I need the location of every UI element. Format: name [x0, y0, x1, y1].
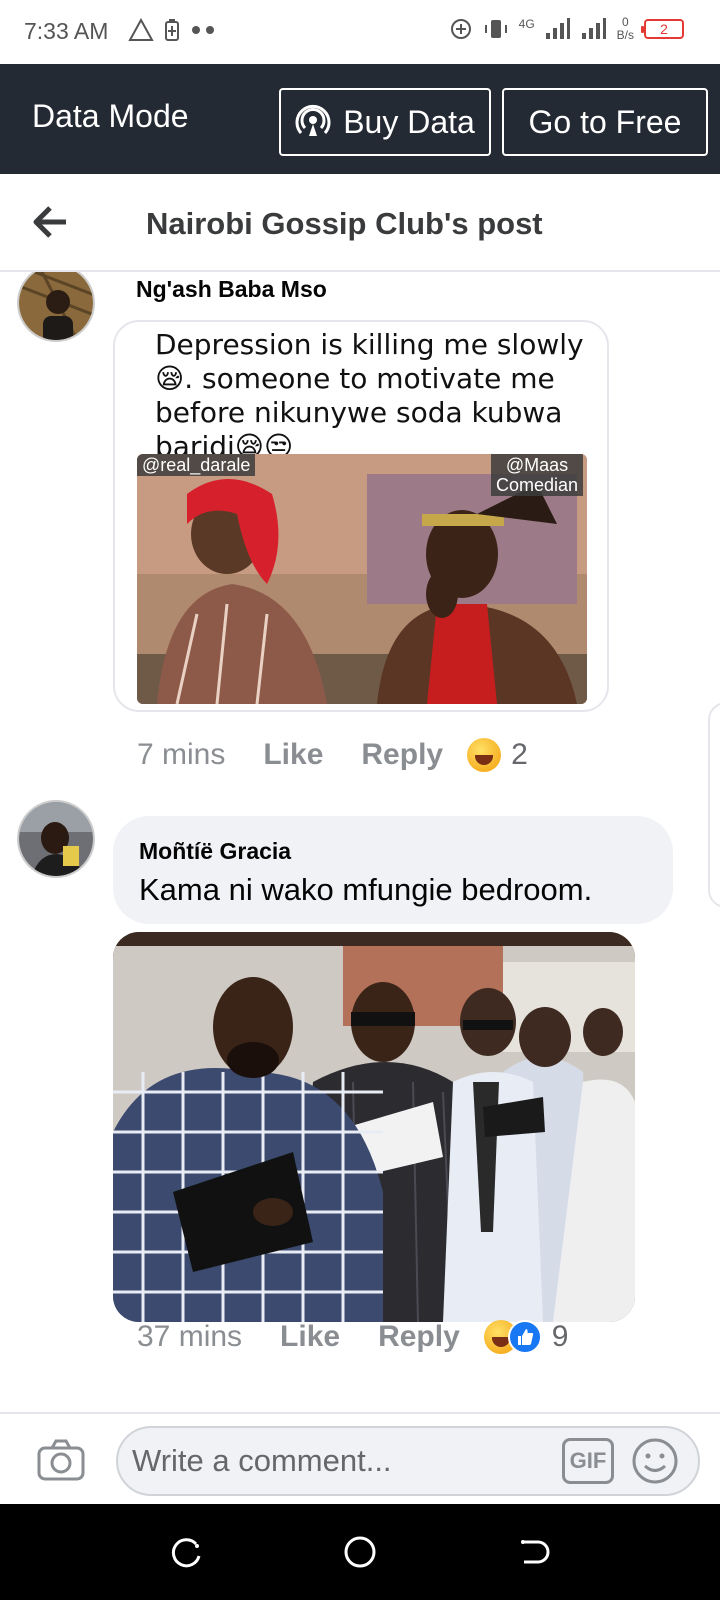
comment-meta: 7 mins Like Reply 2: [137, 738, 528, 772]
comment-composer: GIF: [0, 1412, 720, 1504]
comment-text: Kama ni wako mfungie bedroom.: [139, 872, 593, 907]
buy-data-button[interactable]: Buy Data: [279, 88, 491, 156]
comment-time[interactable]: 7 mins: [137, 738, 225, 772]
avatar[interactable]: [17, 800, 95, 878]
reply-button[interactable]: Reply: [378, 1320, 460, 1354]
back-arrow-icon[interactable]: [30, 204, 70, 240]
recent-apps-icon[interactable]: [168, 1534, 204, 1570]
battery-charging-icon: [165, 19, 179, 41]
data-mode-bar: Data Mode Buy Data Go to Free: [0, 64, 720, 174]
comments-list: Ng'ash Baba Mso Depression is killing me…: [0, 272, 720, 1412]
warning-icon: [128, 18, 154, 41]
vibrate-icon: [484, 20, 507, 38]
reply-button[interactable]: Reply: [361, 738, 443, 772]
buy-data-label: Buy Data: [343, 103, 475, 140]
reaction-count[interactable]: 2: [511, 738, 528, 772]
android-nav-bar: [0, 1504, 720, 1600]
comment-meta: 37 mins Like Reply 9: [137, 1320, 568, 1354]
home-icon[interactable]: [342, 1534, 378, 1570]
comment-photo[interactable]: [113, 932, 635, 1322]
status-left-icons: [128, 18, 216, 42]
like-button[interactable]: Like: [263, 738, 323, 772]
camera-icon[interactable]: [36, 1438, 86, 1482]
comment-author[interactable]: Moñtíë Gracia: [139, 838, 291, 865]
emoji-icon[interactable]: [630, 1436, 680, 1486]
more-notifications-icon: [192, 26, 214, 34]
data-saver-icon: [450, 19, 471, 39]
meme-photo: @real_darale @Maas Comedian: [137, 454, 587, 704]
battery-icon: 2: [641, 19, 684, 39]
meme-image[interactable]: Depression is killing me slowly 😪. someo…: [113, 320, 609, 712]
signal-icon: [545, 18, 570, 39]
broadcast-icon: [295, 104, 331, 136]
back-icon[interactable]: [516, 1534, 552, 1570]
laugh-emoji-icon[interactable]: [467, 738, 502, 772]
comment-author[interactable]: Ng'ash Baba Mso: [136, 276, 327, 303]
gif-button[interactable]: GIF: [562, 1438, 614, 1484]
status-bar: 7:33 AM 4G 0 B/s 2: [0, 0, 720, 64]
status-time: 7:33 AM: [24, 18, 109, 44]
meme-tag-left: @real_darale: [137, 454, 256, 476]
post-header: Nairobi Gossip Club's post: [0, 174, 720, 272]
signal-icon-2: [581, 18, 606, 39]
meme-tag-right: @Maas Comedian: [490, 454, 583, 496]
reaction-count[interactable]: 9: [552, 1320, 569, 1354]
network-speed: 0 B/s: [616, 15, 634, 42]
go-to-free-button[interactable]: Go to Free: [502, 88, 708, 156]
data-mode-label: Data Mode: [32, 98, 189, 134]
avatar[interactable]: [17, 272, 95, 342]
comment-time[interactable]: 37 mins: [137, 1320, 242, 1354]
go-to-free-label: Go to Free: [528, 103, 682, 140]
status-right-icons: 4G 0 B/s 2: [449, 16, 684, 42]
page-title: Nairobi Gossip Club's post: [146, 206, 543, 241]
like-emoji-icon[interactable]: [507, 1320, 542, 1354]
network-type: 4G: [518, 17, 535, 31]
side-preview-card: [708, 702, 720, 908]
like-button[interactable]: Like: [280, 1320, 340, 1354]
comment-bubble[interactable]: Moñtíë Gracia Kama ni wako mfungie bedro…: [113, 816, 673, 924]
meme-caption: Depression is killing me slowly 😪. someo…: [155, 328, 584, 463]
